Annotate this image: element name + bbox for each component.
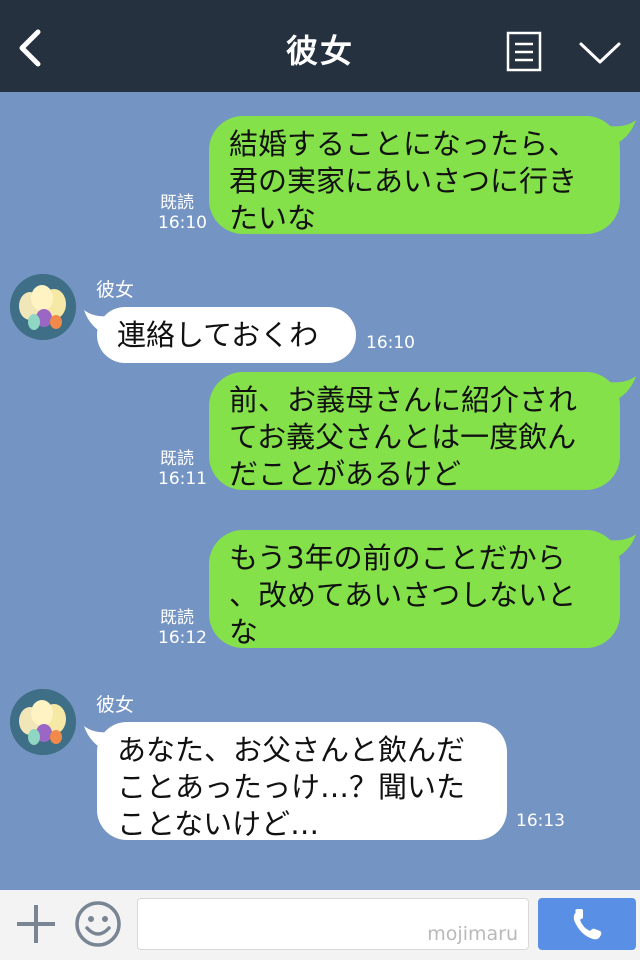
avatar[interactable] <box>10 274 76 340</box>
read-receipt: 既読 <box>160 608 194 628</box>
message-bubble-sent[interactable]: もう3年の前のことだから 、改めてあいさつしないと な <box>209 530 620 649</box>
collapse-button[interactable] <box>578 40 622 66</box>
message-bubble-sent[interactable]: 前、お義母さんに紹介され てお義父さんとは一度飲ん だことがあるけど <box>209 372 620 491</box>
call-button[interactable] <box>538 898 636 950</box>
message-line: もう3年の前のことだから <box>229 541 566 575</box>
message-line: あなた、お父さんと飲んだ <box>117 733 466 767</box>
message-line: 前、お義母さんに紹介され <box>229 383 578 417</box>
message-line: てお義父さんとは一度飲ん <box>229 420 577 454</box>
message-line: 結婚することになったら、 <box>229 127 578 161</box>
message-line: な <box>229 615 259 649</box>
phone-icon <box>573 909 602 940</box>
watermark: mojimaru <box>427 923 518 945</box>
chevron-left-icon <box>19 29 41 67</box>
message-bubble-received[interactable]: あなた、お父さんと飲んだ ことあったっけ…？聞いた ことないけど… <box>97 722 507 841</box>
message-line: 君の実家にあいさつに行き <box>229 164 578 198</box>
message-line: ことないけど… <box>117 807 320 841</box>
menu-button[interactable] <box>506 31 542 72</box>
message-input[interactable]: mojimaru <box>137 898 529 950</box>
message-line: たいな <box>229 201 317 235</box>
message-line: 、改めてあいさつしないと <box>229 578 577 612</box>
sender-name: 彼女 <box>96 279 135 301</box>
chevron-down-icon <box>579 42 621 64</box>
list-icon <box>506 31 542 72</box>
message-line: だことがあるけど <box>229 457 462 491</box>
read-receipt: 既読 <box>160 449 194 469</box>
smiley-icon <box>75 901 121 947</box>
add-button[interactable] <box>14 902 58 946</box>
message-time: 16:13 <box>516 811 565 831</box>
plus-icon <box>17 905 55 943</box>
message-line: ことあったっけ…？聞いた <box>117 770 466 804</box>
message-time: 16:10 <box>366 333 415 353</box>
balloons-avatar-icon <box>10 689 76 755</box>
emoji-button[interactable] <box>74 900 122 948</box>
chat-area: 結婚することになったら、 君の実家にあいさつに行き たいな 既読 16:10 彼… <box>0 92 640 890</box>
avatar[interactable] <box>10 689 76 755</box>
message-line: 連絡しておくわ <box>117 318 319 352</box>
message-time: 16:11 <box>158 469 207 489</box>
read-receipt: 既読 <box>160 193 194 213</box>
balloons-avatar-icon <box>10 274 76 340</box>
message-time: 16:12 <box>158 628 207 648</box>
message-time: 16:10 <box>158 213 207 233</box>
message-bubble-received[interactable]: 連絡しておくわ <box>97 307 356 363</box>
message-bubble-sent[interactable]: 結婚することになったら、 君の実家にあいさつに行き たいな <box>209 116 620 235</box>
sender-name: 彼女 <box>96 694 135 716</box>
chat-header <box>0 0 640 92</box>
back-button[interactable] <box>14 28 50 68</box>
